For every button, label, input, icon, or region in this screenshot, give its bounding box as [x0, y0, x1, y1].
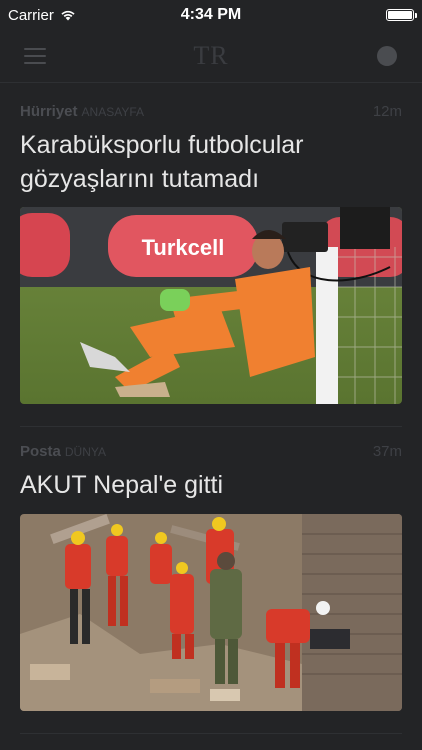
article-section: ANASAYFA	[81, 105, 144, 119]
article-card[interactable]: Posta DÜNYA 37m AKUT Nepal'e gitti	[20, 443, 402, 502]
article-headline[interactable]: AKUT Nepal'e gitti	[20, 468, 402, 502]
article-divider	[20, 733, 402, 734]
article-meta: Posta DÜNYA 37m	[20, 443, 402, 460]
nav-bar: TR	[0, 30, 422, 83]
article-age: 37m	[372, 443, 402, 460]
clock: 4:34 PM	[180, 6, 242, 23]
article-image[interactable]	[20, 514, 402, 711]
article-section: DÜNYA	[64, 445, 106, 459]
status-bar: Carrier 4:34 PM	[0, 0, 422, 30]
article-age: 12m	[372, 103, 402, 120]
ad-board-text: Turkcell	[142, 235, 225, 260]
article-card[interactable]: Hürriyet ANASAYFA 12m Karabüksporlu futb…	[20, 103, 402, 196]
article-image[interactable]: Turkcell	[20, 207, 402, 404]
article-divider	[20, 426, 402, 427]
battery-icon	[386, 9, 417, 21]
article-source: Hürriyet	[20, 103, 78, 120]
article-meta: Hürriyet ANASAYFA 12m	[20, 103, 402, 120]
article-source: Posta	[20, 443, 61, 460]
app-logo: TR	[193, 41, 229, 70]
article-headline[interactable]: Karabüksporlu futbolcular gözyaşlarını t…	[20, 128, 402, 196]
